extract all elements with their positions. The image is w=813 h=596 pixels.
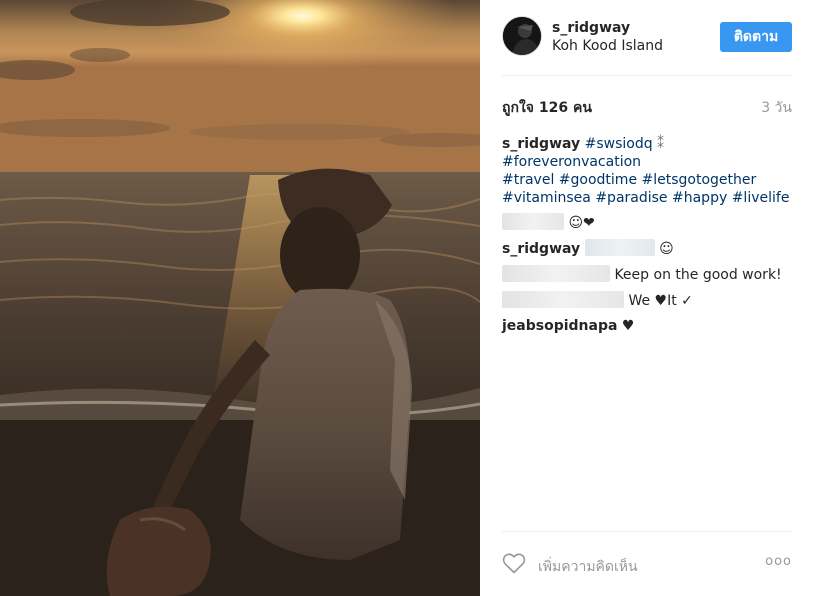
more-options-icon[interactable]: ooo [765,554,792,569]
post-location[interactable]: Koh Kood Island [552,38,663,54]
comment-text: We ♥It ✓ [628,293,693,309]
likes-count[interactable]: ถูกใจ 126 คน [502,97,592,119]
hashtag[interactable]: #travel [502,172,554,188]
list-item: Keep on the good work! [502,265,792,284]
post-header: s_ridgway Koh Kood Island ติดตาม [502,16,792,60]
list-item: s_ridgway ☺ [502,239,792,258]
hashtag[interactable]: #foreveronvacation [502,154,641,170]
decoration-icon: ⁑ [652,136,665,152]
hashtag[interactable]: #goodtime [559,172,637,188]
post-time[interactable]: 3 วัน [761,97,792,119]
list-item: ☺❤ [502,213,792,232]
list-item: jeabsopidnapa ♥ [502,317,792,335]
avatar[interactable] [502,16,542,56]
comment-username[interactable]: s_ridgway [502,241,580,257]
hashtag[interactable]: #letsgotogether [642,172,757,188]
post-side-panel: s_ridgway Koh Kood Island ติดตาม ถูกใจ 1… [480,0,813,596]
blurred-username [502,213,564,230]
hashtag[interactable]: #swsiodq [585,136,653,152]
caption: s_ridgway #swsiodq ⁑ #foreveronvacation … [502,135,792,207]
list-item: We ♥It ✓ [502,291,792,310]
heart-icon[interactable] [502,552,526,574]
caption-username[interactable]: s_ridgway [502,136,580,152]
divider [502,531,792,532]
sunset-beach-image [0,0,480,596]
hashtag[interactable]: #happy [672,190,727,206]
hashtag[interactable]: #paradise [595,190,667,206]
add-comment-input[interactable]: เพิ่มความคิดเห็น [538,556,638,578]
blurred-username [502,265,610,282]
hashtag[interactable]: #vitaminsea [502,190,591,206]
post-actions: เพิ่มความคิดเห็น ooo [502,550,792,580]
avatar-image [503,17,541,55]
divider [502,75,792,76]
comments-list: s_ridgway #swsiodq ⁑ #foreveronvacation … [502,135,792,342]
post-photo[interactable] [0,0,480,596]
post-username[interactable]: s_ridgway [552,20,630,36]
hashtag[interactable]: #livelife [732,190,790,206]
follow-button[interactable]: ติดตาม [720,22,792,52]
blurred-username [502,291,624,308]
blurred-mention [584,239,655,256]
comment-text: ☺ [659,241,674,257]
comment-username[interactable]: jeabsopidnapa [502,318,617,334]
comment-text: Keep on the good work! [614,267,782,283]
comment-text: ☺❤ [568,215,595,231]
comment-text: ♥ [621,318,635,334]
